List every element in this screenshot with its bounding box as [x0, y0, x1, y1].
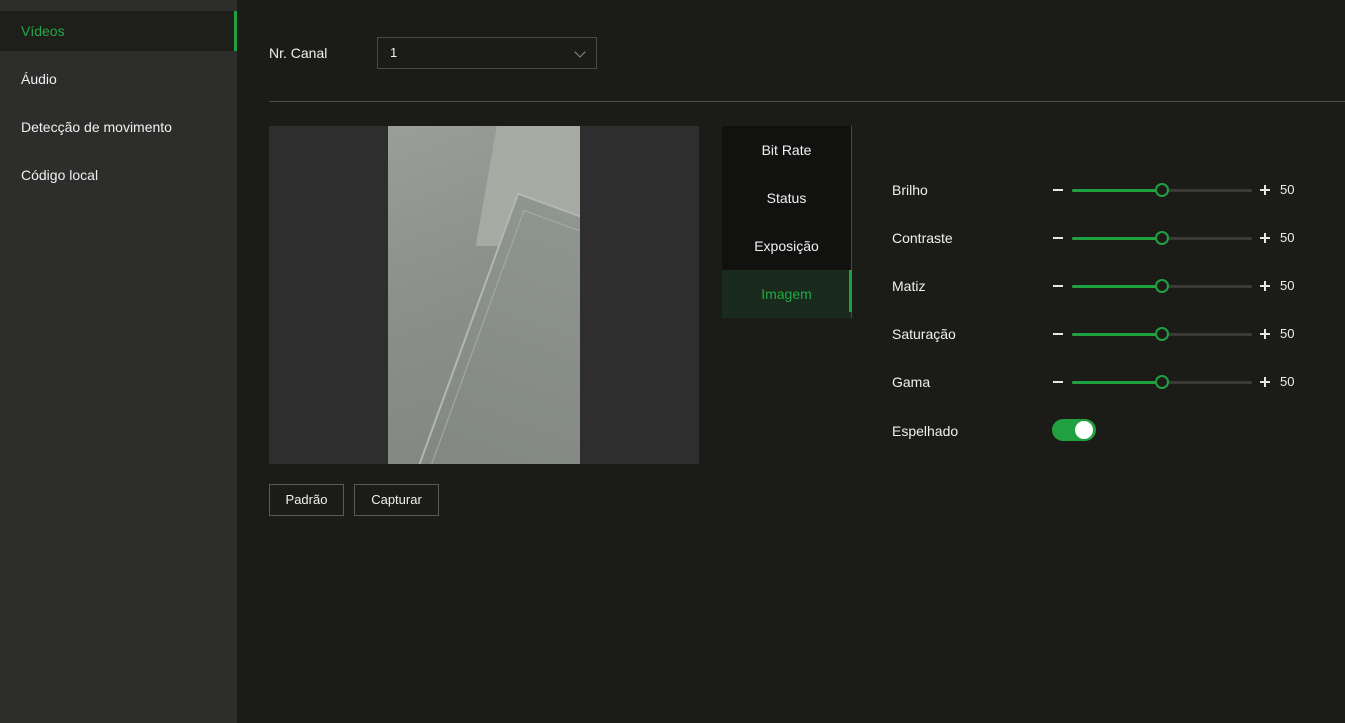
- sidebar-item-audio[interactable]: Áudio: [0, 59, 237, 99]
- slider-label: Contraste: [892, 230, 953, 246]
- hue-slider[interactable]: [1072, 279, 1252, 293]
- slider-thumb[interactable]: [1155, 183, 1169, 197]
- default-button[interactable]: Padrão: [269, 484, 344, 516]
- slider-fill: [1072, 333, 1162, 336]
- slider-value: 50: [1280, 326, 1295, 341]
- slider-value: 50: [1280, 278, 1295, 293]
- chevron-down-icon: [574, 46, 586, 58]
- slider-row-gamma: Gama 50: [892, 370, 1312, 394]
- divider: [269, 101, 1345, 102]
- camera-feed-image: [388, 126, 580, 464]
- plus-icon[interactable]: [1260, 375, 1270, 389]
- tab-status[interactable]: Status: [722, 174, 851, 222]
- channel-label: Nr. Canal: [269, 45, 328, 61]
- mirror-label: Espelhado: [892, 423, 959, 439]
- video-preview: [269, 126, 699, 464]
- slider-fill: [1072, 237, 1162, 240]
- plus-icon[interactable]: [1260, 327, 1270, 341]
- toggle-knob: [1075, 421, 1093, 439]
- slider-value: 50: [1280, 182, 1295, 197]
- saturation-slider[interactable]: [1072, 327, 1252, 341]
- slider-value: 50: [1280, 230, 1295, 245]
- slider-thumb[interactable]: [1155, 375, 1169, 389]
- plus-icon[interactable]: [1260, 231, 1270, 245]
- slider-fill: [1072, 189, 1162, 192]
- slider-fill: [1072, 285, 1162, 288]
- slider-fill: [1072, 381, 1162, 384]
- settings-tabs: Bit Rate Status Exposição Imagem: [722, 126, 852, 318]
- tab-image[interactable]: Imagem: [722, 270, 852, 318]
- channel-select[interactable]: 1: [377, 37, 597, 69]
- slider-thumb[interactable]: [1155, 231, 1169, 245]
- slider-row-saturation: Saturação 50: [892, 322, 1312, 346]
- slider-thumb[interactable]: [1155, 327, 1169, 341]
- capture-button[interactable]: Capturar: [354, 484, 439, 516]
- gamma-slider[interactable]: [1072, 375, 1252, 389]
- minus-icon[interactable]: [1053, 381, 1063, 383]
- sidebar-item-local-code[interactable]: Código local: [0, 155, 237, 195]
- slider-thumb[interactable]: [1155, 279, 1169, 293]
- minus-icon[interactable]: [1053, 285, 1063, 287]
- main-content: Nr. Canal 1 Padrão Capturar Bit Rate Sta…: [237, 0, 1345, 723]
- minus-icon[interactable]: [1053, 189, 1063, 191]
- slider-label: Matiz: [892, 278, 926, 294]
- minus-icon[interactable]: [1053, 333, 1063, 335]
- sidebar-item-videos[interactable]: Vídeos: [0, 11, 237, 51]
- slider-label: Brilho: [892, 182, 928, 198]
- sidebar: Vídeos Áudio Detecção de movimento Códig…: [0, 0, 237, 723]
- slider-value: 50: [1280, 374, 1295, 389]
- brightness-slider[interactable]: [1072, 183, 1252, 197]
- slider-row-brightness: Brilho 50: [892, 178, 1312, 202]
- slider-label: Gama: [892, 374, 931, 390]
- channel-select-value: 1: [390, 45, 398, 60]
- mirror-toggle[interactable]: [1052, 419, 1096, 441]
- plus-icon[interactable]: [1260, 279, 1270, 293]
- mirror-row: Espelhado: [892, 419, 1312, 443]
- sidebar-item-motion-detection[interactable]: Detecção de movimento: [0, 107, 237, 147]
- slider-label: Saturação: [892, 326, 956, 342]
- tab-exposure[interactable]: Exposição: [722, 222, 851, 270]
- minus-icon[interactable]: [1053, 237, 1063, 239]
- plus-icon[interactable]: [1260, 183, 1270, 197]
- slider-row-contrast: Contraste 50: [892, 226, 1312, 250]
- tab-bit-rate[interactable]: Bit Rate: [722, 126, 851, 174]
- slider-row-hue: Matiz 50: [892, 274, 1312, 298]
- contrast-slider[interactable]: [1072, 231, 1252, 245]
